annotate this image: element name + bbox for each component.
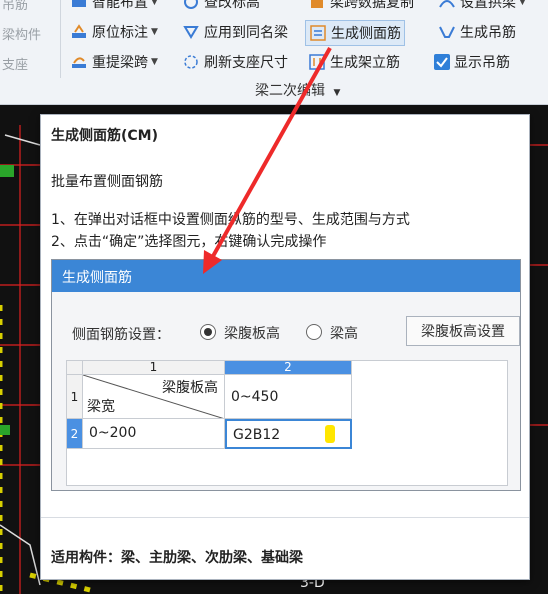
annotation-arrow: [203, 47, 332, 274]
